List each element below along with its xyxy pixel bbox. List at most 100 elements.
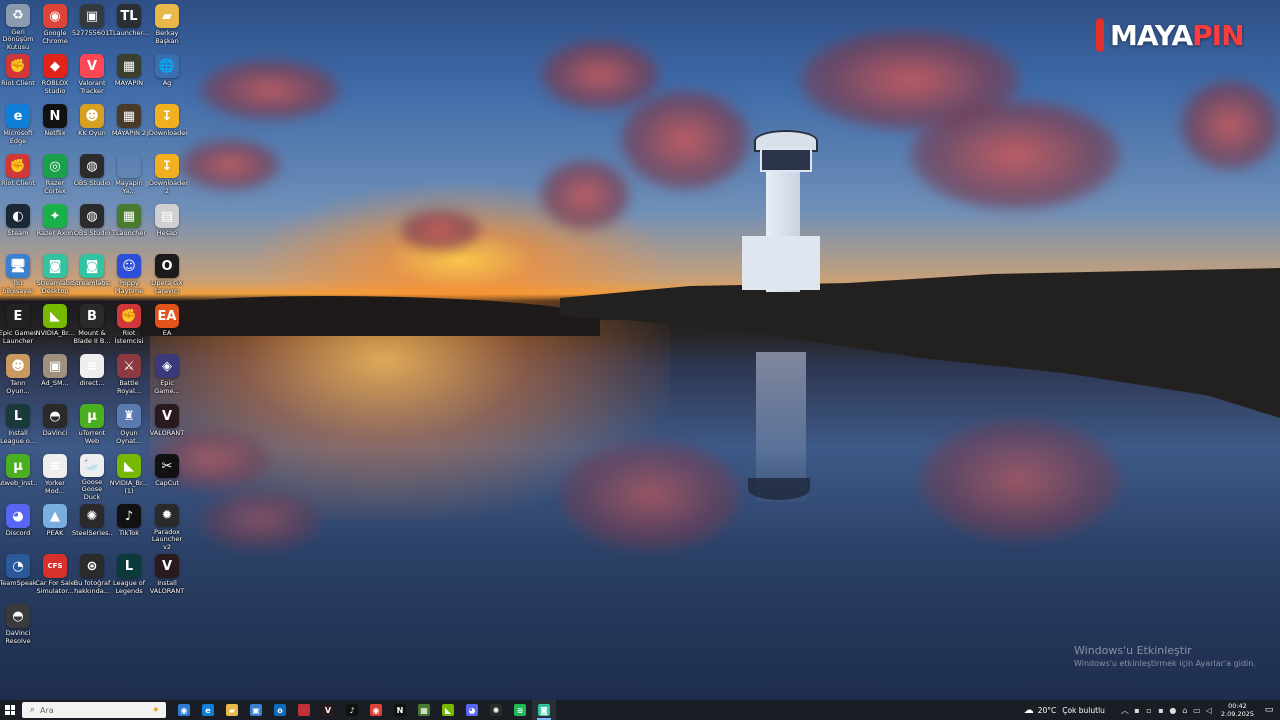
desktop-icon[interactable]: V Valorant Tracker: [75, 54, 109, 100]
desktop-icon[interactable]: ◓ DaVinci Resolve: [1, 604, 35, 650]
desktop-icon[interactable]: ♜ Oyun Oynat...: [112, 404, 146, 450]
desktop-icon[interactable]: ▲ PEAK: [38, 504, 72, 550]
taskbar-app-button[interactable]: ✺: [484, 700, 508, 720]
search-box[interactable]: ⌕ Ara ✦: [22, 702, 166, 718]
taskbar-app-button[interactable]: ▦: [412, 700, 436, 720]
taskbar-app-button[interactable]: e: [196, 700, 220, 720]
tray-app-icon[interactable]: ▪: [1131, 706, 1143, 715]
desktop-icon[interactable]: ▦ MAYAPIN 2: [112, 104, 146, 150]
desktop-icon[interactable]: ◙ Streamlabs Desktop: [37, 254, 73, 300]
desktop-icon[interactable]: ◣ NVIDIA_Br...: [36, 304, 74, 350]
desktop-icon[interactable]: O Opera GX tarayıcı: [150, 254, 184, 300]
taskbar-app-button[interactable]: N: [388, 700, 412, 720]
desktop-icon[interactable]: ◕ Discord: [1, 504, 35, 550]
desktop-icon[interactable]: TL TLauncher-...: [109, 4, 149, 50]
microphone-icon[interactable]: ●: [1167, 706, 1179, 715]
desktop-icon[interactable]: ✺ SteelSeries...: [72, 504, 112, 550]
desktop-icon-label: Mayapin Ya...: [115, 180, 143, 195]
chevron-up-icon[interactable]: ︿: [1119, 705, 1131, 716]
text-file-icon: [117, 154, 141, 178]
desktop-icon[interactable]: ☻ Tanrı Oyun...: [1, 354, 35, 400]
start-button[interactable]: [0, 700, 20, 720]
desktop-icon[interactable]: ▦ TLauncher: [112, 204, 146, 250]
desktop-icon[interactable]: ◣ NVIDIA_Br... (1): [110, 454, 148, 500]
desktop-icon[interactable]: ♻ Geri Dönüşüm Kutusu: [1, 4, 35, 50]
desktop-icon[interactable]: Mayapin Ya...: [112, 154, 146, 200]
desktop-icon[interactable]: ◈ Epic Game...: [150, 354, 184, 400]
taskbar-app-button[interactable]: V: [316, 700, 340, 720]
desktop-icon[interactable]: ✊ Riot İstemcisi: [112, 304, 146, 350]
desktop-icon-label: Ag: [162, 80, 172, 87]
taskbar-app-button[interactable]: ◉: [172, 700, 196, 720]
desktop-icon[interactable]: ▦ MAYAPIN: [112, 54, 146, 100]
desktop-icon[interactable]: ↧ JDownloader 2: [147, 154, 187, 200]
ea-icon: EA: [155, 304, 179, 328]
utorrent-icon: µ: [6, 454, 30, 478]
logo-text: MAYAPIN: [1110, 19, 1245, 52]
taskbar-app-button[interactable]: ▰: [220, 700, 244, 720]
taskbar-app-button[interactable]: ◉: [364, 700, 388, 720]
taskbar-app-button[interactable]: ≋: [508, 700, 532, 720]
desktop-icon[interactable]: ▤ Hesap: [150, 204, 184, 250]
desktop-icon[interactable]: V VALORANT: [150, 404, 184, 450]
desktop-icon[interactable]: ☺ Poppy Playtime: [112, 254, 146, 300]
lighthouse-reflection-dome: [748, 478, 810, 500]
volume-icon[interactable]: ◁: [1203, 706, 1215, 715]
network-icon[interactable]: ⌂: [1179, 706, 1191, 715]
taskbar-app-button[interactable]: o: [268, 700, 292, 720]
desktop-icon[interactable]: ✊ Riot Client: [1, 154, 35, 200]
desktop-icon[interactable]: ▰ Berkay Başkan: [150, 4, 184, 50]
taskbar-app-button[interactable]: ◣: [436, 700, 460, 720]
desktop-icon[interactable]: ⊛ Bu fotoğraf hakkında...: [74, 554, 110, 600]
desktop-icon[interactable]: µ uTorrent Web: [75, 404, 109, 450]
desktop-icon[interactable]: 🦢 Goose Goose Duck: [75, 454, 109, 500]
desktop-icon[interactable]: EA EA: [150, 304, 184, 350]
desktop-icon[interactable]: ⚔ Battle Royal...: [112, 354, 146, 400]
desktop-icon[interactable]: ◍ OBS Studio: [74, 204, 110, 250]
desktop-icon[interactable]: ◐ Steam: [1, 204, 35, 250]
desktop-icon[interactable]: ◎ Razer Cortex: [38, 154, 72, 200]
desktop-icon[interactable]: L Install League o...: [0, 404, 36, 450]
desktop-icon[interactable]: L League of Legends: [112, 554, 146, 600]
desktop-icon[interactable]: E Epic Games Launcher: [0, 304, 37, 350]
taskbar-app-button[interactable]: ♪: [340, 700, 364, 720]
tray-app-icon[interactable]: ▪: [1155, 706, 1167, 715]
desktop-icon[interactable]: ✹ Paradox Launcher v2: [150, 504, 184, 550]
taskbar-app-button[interactable]: ◕: [460, 700, 484, 720]
desktop-icon[interactable]: ◆ ROBLOX Studio: [38, 54, 72, 100]
desktop-icon[interactable]: ≡ direct...: [75, 354, 109, 400]
desktop-icon[interactable]: ≡ Yorker Mod...: [38, 454, 72, 500]
desktop-icon[interactable]: V Install VALORANT: [150, 554, 184, 600]
desktop-icon[interactable]: ✊ Riot Client: [1, 54, 35, 100]
desktop-icon[interactable]: ▣ Ad_SM...: [38, 354, 72, 400]
desktop-icon[interactable]: ☻ KK Oyun: [75, 104, 109, 150]
valorant-icon: V: [155, 404, 179, 428]
desktop-icon[interactable]: ◉ Google Chrome: [38, 4, 72, 50]
desktop-icon[interactable]: ✦ Razer Axon: [37, 204, 73, 250]
desktop-icon[interactable]: ♪ TikTok: [112, 504, 146, 550]
taskbar-app-button[interactable]: ▣: [244, 700, 268, 720]
desktop-icon[interactable]: ◍ OBS Studio: [74, 154, 110, 200]
desktop-icon[interactable]: 🖥 Bu bilgisayar: [1, 254, 35, 300]
weather-widget[interactable]: ☁ 20°C Çok bulutlu: [1024, 705, 1105, 716]
desktop-wallpaper: MAYAPIN Windows'u Etkinleştir Windows'u …: [0, 0, 1280, 700]
desktop-icon[interactable]: 🌐 Ag: [150, 54, 184, 100]
notification-icon[interactable]: ▭: [1262, 705, 1276, 715]
desktop-icon[interactable]: ◙ Streamlabs...: [72, 254, 112, 300]
desktop-icon[interactable]: ✂ CapCut: [150, 454, 184, 500]
desktop-icon[interactable]: CFS Car For Sale Simulator...: [35, 554, 75, 600]
desktop-icon[interactable]: ◔ TeamSpeak: [0, 554, 37, 600]
clock[interactable]: 00:42 2.09.2025: [1221, 702, 1254, 718]
tray-app-icon[interactable]: ▫: [1143, 706, 1155, 715]
desktop-icon[interactable]: B Mount & Blade II B...: [74, 304, 111, 350]
desktop-icon[interactable]: µ utweb_inst...: [0, 454, 38, 500]
desktop-icon[interactable]: ◓ DaVinci: [38, 404, 72, 450]
monitor-icon[interactable]: ▭: [1191, 706, 1203, 715]
desktop-icon[interactable]: ▣ 527755601...: [72, 4, 112, 50]
desktop-icon[interactable]: N Netflix: [38, 104, 72, 150]
taskbar-app-button[interactable]: [292, 700, 316, 720]
desktop-icon-label: Netflix: [44, 130, 66, 137]
taskbar-app-button[interactable]: ◙: [532, 700, 556, 720]
desktop-icon[interactable]: ↧ JDownloader: [147, 104, 187, 150]
desktop-icon[interactable]: e Microsoft Edge: [1, 104, 35, 150]
